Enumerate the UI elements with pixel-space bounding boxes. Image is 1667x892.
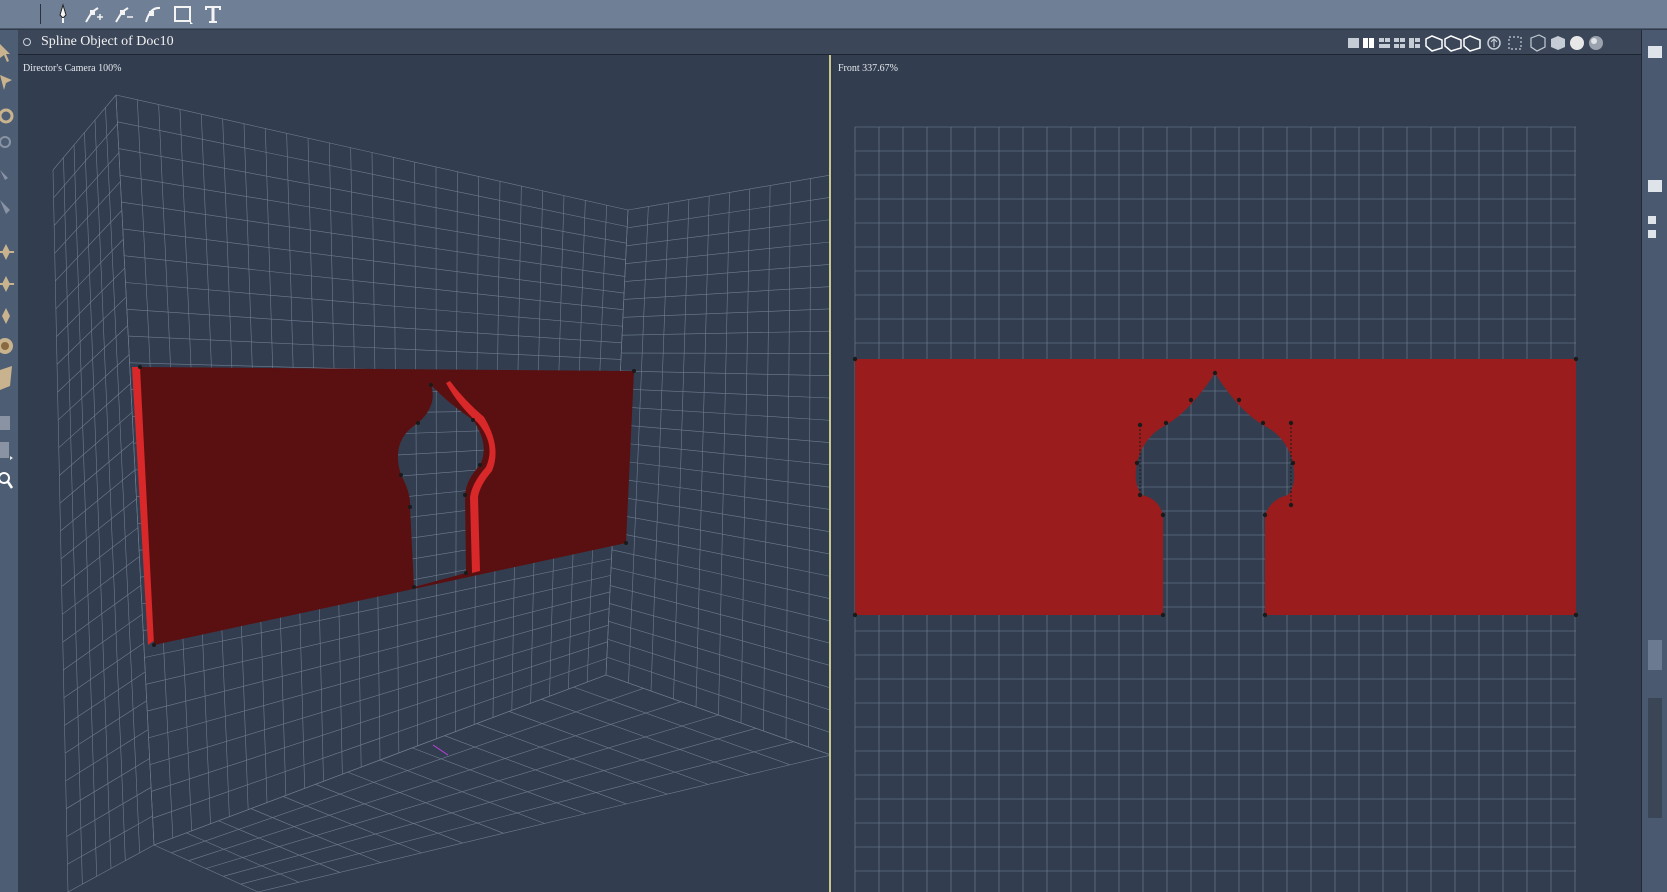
control-point[interactable] <box>429 383 433 387</box>
control-point[interactable] <box>1262 612 1268 618</box>
rectangle-tool-icon[interactable] <box>172 3 194 25</box>
camera-tool-icon <box>0 416 10 430</box>
zoom-tool-icon[interactable] <box>0 472 14 489</box>
document-title: Spline Object of Doc10 <box>41 34 174 49</box>
single-view-icon[interactable] <box>1348 38 1359 48</box>
control-point[interactable] <box>1236 397 1242 403</box>
left-tool-strip <box>0 30 18 892</box>
viewport-label: Director's Camera 100% <box>23 63 122 74</box>
scale-tool-icon[interactable] <box>0 366 12 390</box>
twist-tool-icon <box>0 136 11 148</box>
panel-checkbox[interactable] <box>1648 230 1656 238</box>
control-point[interactable] <box>1573 356 1579 362</box>
control-point[interactable] <box>1212 370 1218 376</box>
hand-tool-icon <box>0 442 13 460</box>
control-point[interactable] <box>852 356 858 362</box>
panel-checkbox[interactable] <box>1648 216 1656 224</box>
move-view-icon[interactable] <box>1508 36 1522 50</box>
viewport-label: Front 337.67% <box>838 63 898 74</box>
add-point-tool-icon[interactable] <box>82 3 104 25</box>
wireframe-style-icon[interactable] <box>1551 36 1565 50</box>
control-point[interactable] <box>632 369 636 373</box>
control-point[interactable] <box>852 612 858 618</box>
move-xyz-icon[interactable] <box>0 244 14 260</box>
top-toolbar <box>0 0 1667 29</box>
view-controls <box>1348 34 1603 52</box>
control-point[interactable] <box>1160 612 1166 618</box>
control-point[interactable] <box>478 463 482 467</box>
control-point[interactable] <box>471 418 475 422</box>
document-window-bar: Spline Object of Doc10 <box>18 30 1648 55</box>
quad-view-icon[interactable] <box>1379 38 1390 48</box>
window-close-dot[interactable] <box>23 38 31 46</box>
panel-section-header <box>1648 640 1662 670</box>
move-y-icon[interactable] <box>2 308 10 324</box>
properties-panel <box>1641 30 1667 892</box>
wall-front-face <box>140 367 634 645</box>
toolbar-separator <box>40 4 41 24</box>
zoom-view-icon[interactable] <box>1530 34 1546 52</box>
control-point[interactable] <box>1134 460 1140 466</box>
dual-view-icon[interactable] <box>1363 38 1374 48</box>
control-point[interactable] <box>1573 612 1579 618</box>
control-point[interactable] <box>1262 512 1268 518</box>
panel-section-toggle[interactable] <box>1648 180 1662 192</box>
select-arrow-icon[interactable] <box>0 44 10 62</box>
perspective-scene <box>52 94 829 892</box>
camera-viewport[interactable]: Director's Camera 100% <box>18 55 831 892</box>
control-point[interactable] <box>416 421 420 425</box>
pan-tool-icon <box>0 170 8 180</box>
control-point[interactable] <box>1163 420 1169 426</box>
control-point[interactable] <box>624 541 628 545</box>
three-view-icon[interactable] <box>1409 38 1420 48</box>
text-tool-icon[interactable] <box>202 3 224 25</box>
direct-select-icon[interactable] <box>0 75 12 90</box>
brush-tool-icon <box>0 200 10 214</box>
panel-collapse-triangle[interactable] <box>1648 46 1662 58</box>
control-point[interactable] <box>1160 512 1166 518</box>
panel-preview <box>1648 698 1662 818</box>
four-view-icon[interactable] <box>1394 38 1405 48</box>
move-xz-icon[interactable] <box>0 276 14 292</box>
control-point[interactable] <box>464 571 468 575</box>
control-point[interactable] <box>412 585 416 589</box>
control-point[interactable] <box>1188 397 1194 403</box>
remove-point-tool-icon[interactable] <box>112 3 134 25</box>
control-point[interactable] <box>1260 420 1266 426</box>
front-viewport[interactable]: Front 337.67% <box>833 55 1641 892</box>
axis-indicator <box>432 744 449 756</box>
bezier-handle <box>1139 423 1292 505</box>
shaded-style-icon[interactable] <box>1570 36 1584 50</box>
pen-tool-icon[interactable] <box>52 3 74 25</box>
control-point[interactable] <box>138 365 142 369</box>
control-point[interactable] <box>408 505 412 509</box>
render-style-2-icon[interactable] <box>1444 35 1462 52</box>
render-style-3-icon[interactable] <box>1463 35 1481 52</box>
render-style-1-icon[interactable] <box>1425 35 1443 52</box>
front-scene <box>852 126 1579 892</box>
rotate-view-icon[interactable] <box>1487 36 1501 50</box>
control-point[interactable] <box>463 493 467 497</box>
smooth-style-icon[interactable] <box>1589 36 1603 50</box>
convert-point-tool-icon[interactable] <box>142 3 164 25</box>
control-point[interactable] <box>399 473 403 477</box>
control-point[interactable] <box>152 643 156 647</box>
rotate-tool-icon[interactable] <box>0 108 14 124</box>
trackball-icon[interactable] <box>0 338 13 354</box>
